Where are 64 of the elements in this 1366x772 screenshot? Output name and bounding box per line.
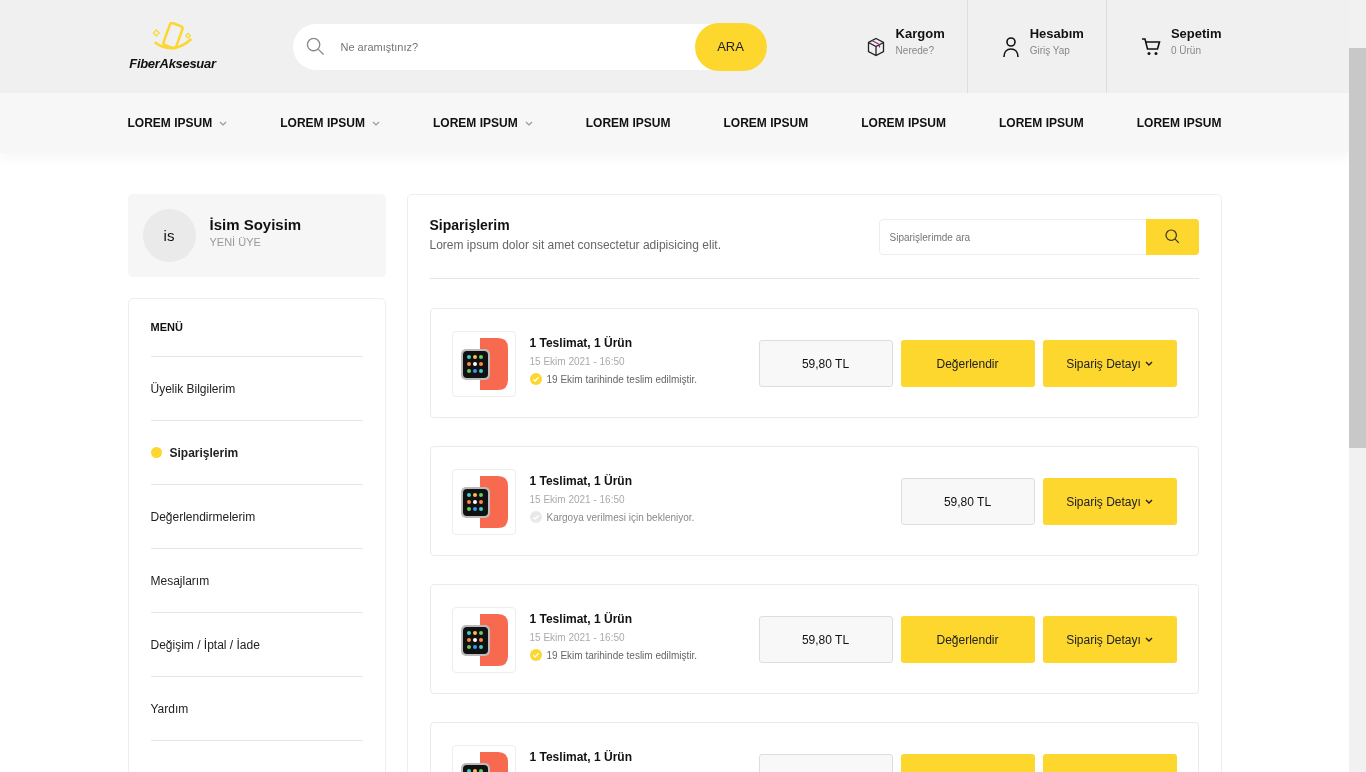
user-icon — [1001, 35, 1020, 58]
menu-item[interactable]: Değişim / İptal / İade — [150, 613, 363, 677]
action-subtitle: Giriş Yap — [1029, 44, 1071, 56]
order-title: 1 Teslimat, 1 Ürün — [529, 336, 633, 350]
nav-link[interactable]: LOREM IPSUM — [127, 116, 228, 130]
watch-image — [451, 607, 516, 673]
nav-link[interactable]: LOREM IPSUM — [1136, 116, 1222, 130]
watch-image — [451, 331, 516, 397]
panel-title: Siparişlerim — [429, 217, 511, 233]
search-input[interactable]: Ne aramıştınız? — [338, 39, 695, 54]
logo-text[interactable]: FiberAksesuar — [129, 56, 216, 71]
watch-image — [451, 469, 516, 535]
panel-subtitle: Lorem ipsum dolor sit amet consectetur adipisicing elit. — [429, 238, 721, 252]
order-title: 1 Teslimat, 1 Ürün — [529, 750, 633, 764]
order-detail-button[interactable]: Sipariş Detayı — [1042, 478, 1177, 525]
order-search-input[interactable]: Siparişlerimde ara — [879, 220, 1147, 254]
chevron-down-icon — [1144, 637, 1153, 642]
order-search-field[interactable]: Siparişlerimde ara — [878, 219, 1199, 255]
order-status: Kargoya verilmesi için bekleniyor. — [546, 511, 695, 523]
order-title: 1 Teslimat, 1 Ürün — [529, 612, 633, 626]
menu-item[interactable]: Yardım — [150, 677, 363, 741]
chevron-down-icon — [1144, 361, 1153, 366]
active-dot — [150, 447, 162, 458]
nav-link[interactable]: LOREM IPSUM — [280, 116, 380, 130]
price-box: 59,80 TL — [758, 340, 893, 387]
search-button[interactable] — [1145, 219, 1199, 255]
action-subtitle: 0 Ürün — [1170, 44, 1202, 56]
action-subtitle: Nerede? — [895, 44, 935, 56]
order-date: 15 Ekim 2021 - 16:50 — [529, 494, 626, 505]
action-title[interactable]: Kargom — [895, 25, 945, 41]
search-button[interactable]: ARA — [694, 22, 767, 71]
search-field[interactable]: Ne aramıştınız? ARA — [292, 23, 767, 70]
scrollbar[interactable] — [1349, 0, 1366, 772]
action-title[interactable]: Hesabım — [1029, 25, 1084, 41]
nav-link[interactable]: LOREM IPSUM — [999, 116, 1084, 130]
nav-link[interactable]: LOREM IPSUM — [861, 116, 946, 130]
order-title: 1 Teslimat, 1 Ürün — [529, 474, 633, 488]
chevron-down-icon — [1144, 499, 1153, 504]
membership-status: YENİ ÜYE — [209, 235, 262, 248]
action-title[interactable]: Sepetim — [1170, 25, 1222, 41]
menu-title: MENÜ — [150, 321, 363, 357]
order-date: 15 Ekim 2021 - 16:50 — [529, 356, 626, 367]
menu-item[interactable]: Siparişlerim — [150, 421, 363, 485]
avatar-initials: is — [163, 227, 175, 244]
nav-link[interactable]: LOREM IPSUM — [585, 116, 671, 130]
menu-item[interactable]: Üyelik Bilgilerim — [150, 357, 363, 421]
price-box: 59,80 TL — [900, 478, 1035, 525]
order-date: 15 Ekim 2021 - 16:50 — [529, 632, 626, 643]
order-status: 19 Ekim tarihinde teslim edilmiştir. — [546, 649, 698, 661]
user-name: İsim Soyisim — [209, 215, 302, 233]
price-box: 59,80 TL — [758, 616, 893, 663]
order-detail-button[interactable]: Sipariş Detayı — [1042, 340, 1177, 387]
cart-icon — [1140, 36, 1161, 57]
menu-item[interactable]: Değerlendirmelerim — [150, 485, 363, 549]
nav-link[interactable]: LOREM IPSUM — [433, 116, 533, 130]
nav-link[interactable]: LOREM IPSUM — [723, 116, 809, 130]
rate-button[interactable]: Değerlendir — [900, 340, 1035, 387]
order-detail-button[interactable]: Sipariş Detayı — [1042, 616, 1177, 663]
order-status: 19 Ekim tarihinde teslim edilmiştir. — [546, 373, 698, 385]
menu-item[interactable]: Mesajlarım — [150, 549, 363, 613]
rate-button[interactable]: Değerlendir — [900, 616, 1035, 663]
search-icon — [305, 37, 325, 56]
box-icon — [865, 36, 886, 57]
search-icon — [1164, 227, 1180, 244]
